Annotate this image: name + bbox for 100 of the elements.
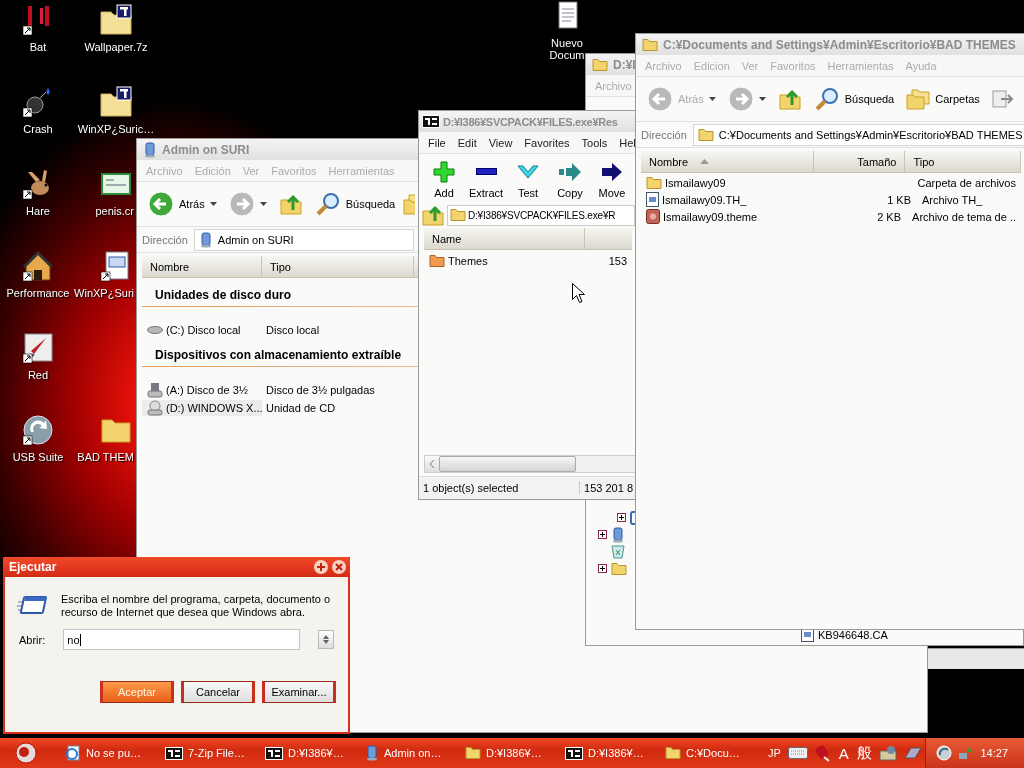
list-entry[interactable]: Ismailawy09.TH_: [641, 192, 821, 207]
desktop-icon[interactable]: Bat: [0, 4, 76, 53]
folder-icon: [611, 561, 627, 576]
window-title: D:¥I: [613, 57, 636, 72]
horizontal-scrollbar[interactable]: [424, 455, 637, 473]
document-window-icon: [100, 250, 132, 282]
dropdown-button[interactable]: [318, 630, 334, 649]
desktop-icon[interactable]: Nuevo Docum: [547, 0, 587, 61]
address-label: Dirección: [641, 128, 687, 141]
doghouse-icon: [22, 250, 54, 282]
address-label: Dirección: [142, 233, 188, 246]
table-cell-text: Carpeta de archivos: [916, 176, 1017, 189]
back-button[interactable]: Atrás: [143, 189, 222, 219]
add-button[interactable]: Add: [423, 159, 465, 199]
copy-button[interactable]: Copy: [549, 159, 591, 199]
search-button[interactable]: Búsqueda: [309, 189, 401, 219]
desktop-icon[interactable]: WinXP¿Suric…: [78, 86, 154, 135]
column-header[interactable]: Nombre: [142, 256, 262, 277]
globe-icon[interactable]: [936, 745, 953, 761]
list-entry[interactable]: Ismailawy09: [641, 175, 819, 190]
icon-label: Crash: [23, 123, 53, 135]
drive-item[interactable]: (D:) WINDOWS X...: [142, 399, 262, 416]
menu-item[interactable]: View: [482, 136, 519, 149]
folder-icon: [450, 208, 466, 222]
menu-item[interactable]: File: [422, 136, 452, 149]
menu-item[interactable]: Edit: [451, 136, 483, 149]
folder-up-icon: [421, 203, 445, 227]
table-cell-text: 1 KB: [886, 193, 912, 206]
keypad-icon[interactable]: [902, 746, 923, 760]
column-header[interactable]: Tipo: [905, 151, 1021, 172]
folder-icon: [697, 127, 714, 142]
plus-icon: [317, 563, 325, 571]
expand-box-icon[interactable]: [598, 530, 607, 539]
toolbox-icon[interactable]: [878, 745, 897, 761]
folders-icon: [906, 88, 931, 110]
document-icon: [646, 192, 659, 207]
input-mode-button[interactable]: A: [837, 744, 850, 762]
network-computer-icon: [611, 526, 625, 543]
column-header[interactable]: Tamaño: [813, 151, 906, 172]
table-cell-text: Archivo de tema de ..: [911, 210, 1017, 223]
floppy-drive-icon: [147, 381, 163, 398]
folders-button[interactable]: Carpetas: [901, 86, 985, 112]
input-method-button[interactable]: 般: [855, 743, 873, 763]
taskbar-button[interactable]: Admin on…: [361, 741, 457, 765]
column-header[interactable]: Tipo: [262, 256, 414, 277]
address-field[interactable]: Admin on SURI: [193, 228, 414, 251]
keyboard-icon[interactable]: [787, 747, 808, 759]
desktop-icon[interactable]: Red: [0, 332, 76, 381]
icon-label: WinXP¿Suri: [74, 287, 134, 299]
move-to-icon: [991, 88, 1014, 110]
test-button[interactable]: Test: [507, 159, 549, 199]
minus-icon: [475, 167, 497, 175]
close-button[interactable]: [332, 560, 346, 574]
network-computer-icon: [365, 745, 379, 761]
table-cell-text: Archivo TH_: [921, 193, 984, 206]
taskbar-button[interactable]: D:¥I386¥…: [261, 741, 357, 765]
taskbar-button[interactable]: C:¥Docu…: [661, 741, 757, 765]
icon-label: USB Suite: [12, 451, 64, 463]
table-cell-text: Unidad de CD: [265, 401, 337, 414]
folder-icon: [592, 57, 608, 72]
extract-button[interactable]: Extract: [465, 159, 507, 199]
expand-box-icon[interactable]: [598, 564, 607, 573]
column-header[interactable]: Nombre: [641, 151, 814, 172]
icon-label: Red: [27, 369, 49, 381]
dialog-button[interactable]: Cancelar: [181, 681, 255, 703]
open-label: Abrir:: [19, 633, 46, 646]
icon-label: BAD THEM: [77, 451, 134, 463]
drive-item[interactable]: (C:) Disco local: [142, 323, 262, 336]
mouse-pointer-icon: [572, 283, 585, 303]
expand-box-icon[interactable]: [617, 513, 626, 522]
language-indicator[interactable]: JP: [767, 747, 782, 759]
archive-folder-icon: [100, 4, 132, 36]
move-button[interactable]: Move: [591, 159, 633, 199]
taskbar-button[interactable]: No se pu…: [61, 741, 157, 765]
desktop-icon[interactable]: Wallpaper.7z: [78, 4, 154, 53]
taskbar-button[interactable]: D:¥I386¥…: [561, 741, 657, 765]
folder-entry[interactable]: Themes: [424, 253, 579, 268]
dialog-button[interactable]: Examinar...: [262, 681, 336, 703]
help-button[interactable]: [314, 560, 328, 574]
taskbar-button[interactable]: D:¥I386¥…: [461, 741, 557, 765]
network-computer-icon: [198, 231, 213, 248]
desktop-icon[interactable]: WinXP¿Suri: [72, 250, 134, 299]
start-orb-icon: [15, 742, 37, 764]
network-icon[interactable]: [958, 745, 975, 761]
menu-item[interactable]: Tools: [575, 136, 614, 149]
cd-drive-icon: [147, 399, 163, 416]
address-field[interactable]: C:¥Documents and Settings¥Admin¥Escritorio¥BAD THEMES: [692, 123, 1024, 146]
search-button[interactable]: Búsqueda: [808, 84, 900, 114]
desktop-icon[interactable]: Crash: [0, 86, 76, 135]
table-cell-text: Disco local: [265, 323, 321, 336]
icon-label: WinXP¿Suric…: [77, 123, 155, 135]
path-field[interactable]: D:¥I386¥SVCPACK¥FILES.exe¥R: [447, 204, 635, 226]
list-entry[interactable]: Ismailawy09.theme: [641, 209, 815, 224]
table-cell-text: 153: [607, 254, 628, 267]
menu-item[interactable]: Favorites: [518, 136, 576, 149]
menu-item[interactable]: Hel: [613, 136, 637, 149]
open-field[interactable]: no: [63, 629, 300, 650]
drive-item[interactable]: (A:) Disco de 3½: [142, 381, 262, 398]
taskbar-button[interactable]: 7-Zip File…: [161, 741, 257, 765]
folder-icon: [429, 253, 445, 268]
